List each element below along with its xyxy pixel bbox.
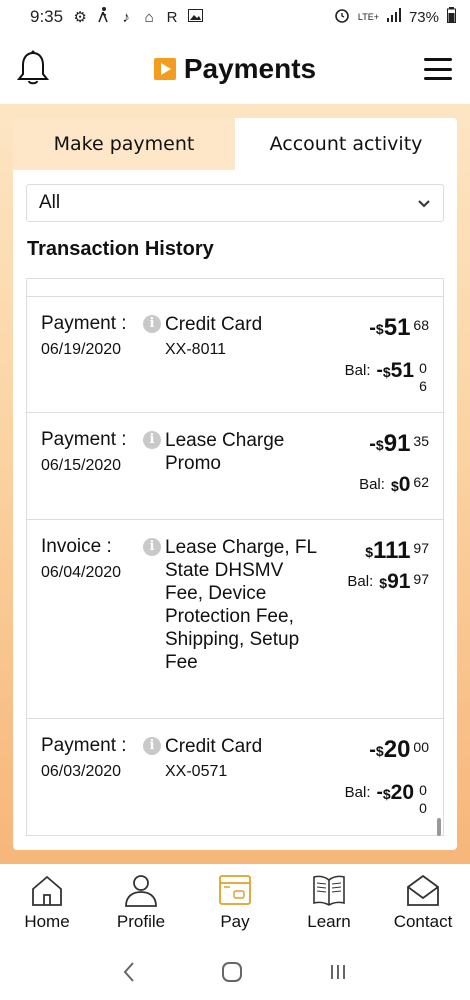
- nav-home[interactable]: Home: [0, 864, 94, 944]
- learn-icon: [313, 875, 345, 906]
- brand: Payments: [153, 53, 317, 85]
- contact-icon: [407, 874, 439, 906]
- music-status-icon: ♪: [122, 8, 130, 26]
- brand-logo-icon: [153, 58, 176, 80]
- battery-percent: 73%: [408, 8, 439, 26]
- image-status-icon: [188, 8, 204, 26]
- nav-learn[interactable]: Learn: [282, 864, 376, 944]
- transaction-balance: Bal: - $ 51 06: [344, 359, 427, 394]
- transaction-type: Invoice :: [41, 536, 112, 557]
- nav-pay[interactable]: Pay: [188, 864, 282, 944]
- transaction-amount: - $ 20 00: [369, 736, 429, 763]
- transaction-filter-select[interactable]: All: [26, 184, 444, 222]
- transaction-type: Payment :: [41, 313, 127, 334]
- transaction-date: 06/15/2020: [41, 457, 122, 474]
- battery-icon: [447, 7, 456, 27]
- transaction-balance: Bal: - $ 20 00: [344, 781, 427, 816]
- nav-home-label: Home: [24, 912, 70, 931]
- tab-make-payment[interactable]: Make payment: [13, 118, 235, 170]
- transaction-amount: - $ 51 68: [369, 314, 429, 341]
- transaction-date: 06/19/2020: [41, 341, 122, 358]
- nav-profile-label: Profile: [116, 912, 166, 931]
- status-system-icons: LTE+ 73%: [334, 7, 456, 27]
- tab-account-activity[interactable]: Account activity: [235, 118, 457, 170]
- recent-apps-icon[interactable]: [328, 962, 348, 982]
- settings-status-icon: ⚙: [73, 9, 87, 26]
- transaction-date: 06/03/2020: [41, 763, 122, 780]
- transaction-row[interactable]: Payment : i 06/19/2020 Credit Card XX-80…: [27, 297, 443, 413]
- transaction-description: Credit Card: [165, 736, 263, 757]
- r-status-icon: R: [166, 8, 178, 26]
- tab-bar: Make payment Account activity: [13, 118, 457, 170]
- section-title: Transaction History: [27, 238, 214, 260]
- transaction-list[interactable]: Payment : i 06/19/2020 Credit Card XX-80…: [26, 278, 444, 836]
- home-button-icon[interactable]: [220, 960, 244, 984]
- filter-selected-value: All: [39, 192, 61, 213]
- info-icon[interactable]: i: [143, 538, 161, 556]
- nav-profile[interactable]: Profile: [94, 864, 188, 944]
- transaction-description: Credit Card: [165, 314, 263, 335]
- pay-icon: [219, 875, 251, 905]
- status-time: 9:35: [30, 7, 64, 26]
- nav-pay-label: Pay: [220, 912, 250, 931]
- transaction-description: Lease Charge, FL State DHSMV Fee, Device…: [165, 537, 317, 673]
- app-header: Payments: [0, 34, 470, 104]
- home-icon: [32, 875, 62, 906]
- transaction-date: 06/04/2020: [41, 564, 122, 581]
- signal-icon: [386, 8, 401, 26]
- walk-status-icon: [96, 7, 110, 27]
- home-status-icon: ⌂: [144, 8, 154, 26]
- transaction-balance: Bal: $ 91 97: [347, 570, 429, 593]
- notification-bell-icon[interactable]: [16, 50, 50, 86]
- transaction-row[interactable]: Invoice : i 06/04/2020 Lease Charge, FL …: [27, 520, 443, 719]
- nav-contact[interactable]: Contact: [376, 864, 470, 944]
- back-icon[interactable]: [122, 961, 136, 983]
- transaction-type: Payment :: [41, 735, 127, 756]
- transaction-amount: $ 111 97: [365, 537, 429, 564]
- info-icon[interactable]: i: [143, 431, 161, 449]
- status-notification-icons: ⚙ ♪ ⌂ R: [73, 7, 204, 27]
- system-nav-bar: [0, 944, 470, 1000]
- hamburger-menu-icon[interactable]: [424, 58, 452, 80]
- profile-icon: [125, 875, 157, 907]
- page-title: Payments: [183, 53, 317, 84]
- transaction-row[interactable]: Payment : i 06/03/2020 Credit Card XX-05…: [27, 719, 443, 835]
- transaction-balance: Bal: $ 0 62: [359, 473, 429, 496]
- transaction-type: Payment :: [41, 429, 127, 450]
- nav-learn-label: Learn: [307, 912, 351, 931]
- transaction-account: XX-8011: [165, 341, 227, 358]
- transaction-account: XX-0571: [165, 763, 228, 780]
- bottom-nav: Home Profile Pay Learn Contact: [0, 864, 470, 944]
- payments-card: Make payment Account activity All Transa…: [13, 118, 457, 850]
- network-type: LTE+: [357, 11, 379, 22]
- info-icon[interactable]: i: [143, 315, 161, 333]
- nav-contact-label: Contact: [393, 912, 453, 931]
- transaction-row[interactable]: Payment : i 06/15/2020 Lease Charge Prom…: [27, 413, 443, 520]
- alarm-icon: [334, 7, 350, 27]
- info-icon[interactable]: i: [143, 737, 161, 755]
- chevron-down-icon: [418, 200, 430, 208]
- transaction-description: Lease Charge Promo: [165, 430, 285, 474]
- list-scrollbar[interactable]: [437, 818, 441, 836]
- status-bar: 9:35 ⚙ ♪ ⌂ R LTE+ 73%: [0, 0, 470, 34]
- transaction-amount: - $ 91 35: [369, 430, 429, 457]
